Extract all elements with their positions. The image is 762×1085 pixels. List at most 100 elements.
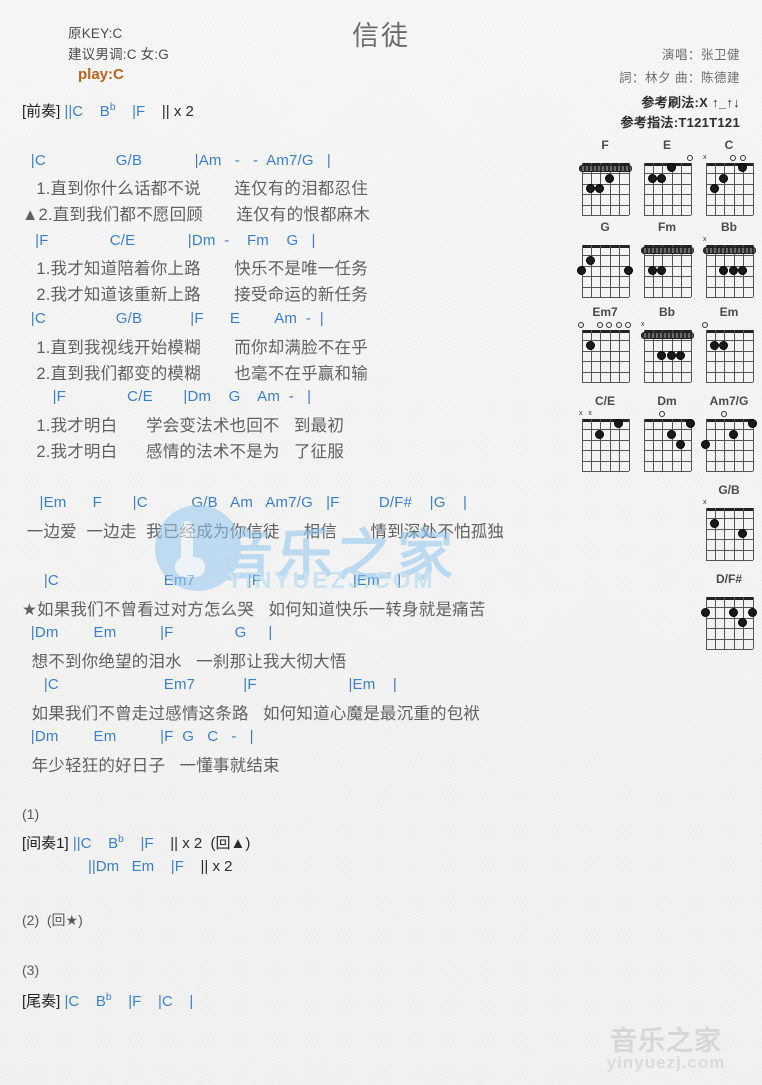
chord-diagram-g-b: G/B x (702, 483, 756, 561)
intro-line: [前奏] ||C Bb |F || x 2 (22, 100, 194, 121)
chord-diagram-fm: Fm (640, 220, 694, 298)
muted-string-icon: x (703, 499, 707, 506)
fret-line (643, 450, 691, 452)
chord-fretboard-grid (702, 245, 756, 298)
fret-line (581, 371, 629, 373)
chord-diagram-em: Em (702, 305, 756, 383)
interlude-repeat-2: || x 2 (200, 858, 233, 875)
chord-open-mute-marks (702, 410, 756, 419)
finger-dot (614, 419, 624, 429)
verse-lyric: 1.我才明白 学会变法术也回不 到最初 (22, 417, 345, 435)
chorus-lyric: ★如果我们不曾看过对方怎么哭 如何知道快乐一转身就是痛苦 (22, 601, 486, 619)
string-line (733, 597, 735, 649)
chord-open-mute-marks (702, 588, 756, 597)
intro-label: [前奏] (22, 103, 61, 120)
nut-line (581, 245, 629, 248)
finger-dot (728, 607, 738, 617)
finger-dot (685, 419, 695, 429)
chord-open-mute-marks (702, 321, 756, 330)
finger-dot (585, 340, 595, 350)
fret-line (581, 361, 629, 363)
open-string-icon (739, 155, 746, 161)
chord-fretboard-grid (705, 163, 754, 216)
interlude-chords: ||C Bb |F (68, 834, 171, 852)
string-line (600, 330, 602, 382)
chord-open-mute-marks: x (702, 154, 756, 163)
finger-dot (666, 351, 676, 360)
chord-diagram-bb: Bb x (702, 220, 756, 298)
chord-diagram-name: Bb (659, 305, 675, 319)
chord-diagram-name: E (662, 138, 671, 152)
interlude-line-2: ||Dm Em |F || x 2 (88, 858, 233, 875)
finger-dot (595, 429, 605, 439)
fret-line (705, 371, 753, 373)
string-line (714, 330, 716, 382)
string-line (724, 163, 726, 215)
fret-line (581, 204, 629, 206)
string-line (705, 508, 707, 560)
chord-diagram-name: G/B (718, 483, 740, 497)
fret-line (705, 638, 753, 640)
fret-line (705, 628, 753, 630)
finger-dot (576, 266, 586, 275)
barre-bar (640, 331, 694, 339)
fret-line (705, 361, 753, 363)
chord-diagram-name: Fm (658, 220, 676, 234)
song-title: 信徒 (352, 21, 410, 51)
chord-fretboard-grid (705, 330, 754, 383)
muted-string-icon: x (703, 236, 707, 243)
strum-pattern-label: 参考刷法:X ↑_↑↓ (641, 95, 740, 110)
chorus-chords: |Dm Em |F G | (22, 624, 273, 641)
string-line (714, 597, 716, 649)
finger-dot (738, 618, 748, 627)
fret-line (581, 460, 629, 462)
muted-string-icon: x (641, 321, 645, 328)
open-string-icon (578, 322, 584, 328)
finger-dot (728, 429, 738, 439)
finger-dot (595, 184, 605, 193)
string-line (619, 330, 621, 382)
finger-dot (709, 184, 719, 193)
fret-line (705, 255, 753, 257)
string-line (681, 163, 683, 215)
fret-line (581, 194, 629, 196)
open-string-icon (615, 322, 622, 328)
chord-open-mute-marks: x (702, 499, 756, 508)
open-string-icon (720, 411, 727, 417)
fret-line (705, 204, 753, 206)
chord-fretboard-grid (705, 508, 754, 561)
coda-chords: |C Bb |F |C | (60, 992, 194, 1010)
string-line (705, 330, 707, 382)
chord-diagram-dm: Dm (640, 394, 695, 472)
fret-line (643, 297, 691, 298)
open-string-icon (658, 411, 665, 417)
verse-chords: |C G/B |F E Am - | (22, 310, 324, 327)
fret-line (643, 361, 691, 363)
fret-line (705, 471, 753, 472)
finger-dot (657, 351, 667, 360)
fret-line (705, 439, 753, 441)
nut-line (705, 597, 753, 600)
intro-repeat: || x 2 (161, 103, 194, 120)
chorus-chords: |Em F |C G/B Am Am7/G |F D/F# |G | (22, 494, 468, 511)
string-line (733, 419, 735, 471)
fret-line (643, 255, 691, 257)
finger-dot (666, 429, 676, 439)
finger-dot (728, 266, 738, 275)
chord-diagram-name: G (600, 220, 610, 234)
chorus-lyric: 想不到你绝望的泪水 一刹那让我大彻大悟 (22, 653, 347, 671)
muted-string-icon: x (579, 410, 583, 417)
string-line (600, 419, 602, 471)
string-line (733, 330, 735, 382)
barre-bar (640, 246, 694, 254)
open-string-icon (596, 322, 603, 328)
chord-diagram-name: Bb (721, 220, 737, 234)
coda-line: [尾奏] |C Bb |F |C | (22, 990, 193, 1011)
fret-line (705, 549, 753, 551)
chord-open-mute-marks (578, 236, 632, 245)
chorus-chords: |C Em7 |F |Em | (22, 676, 398, 693)
play-key-label: play:C (78, 66, 124, 83)
chorus-lyric: 如果我们不曾走过感情这条路 如何知道心魔是最沉重的包袱 (22, 705, 481, 723)
chorus-lyric: 一边爱 一边走 我已经成为你信徒 相信 情到深处不怕孤独 (22, 523, 505, 541)
fret-line (581, 350, 629, 352)
